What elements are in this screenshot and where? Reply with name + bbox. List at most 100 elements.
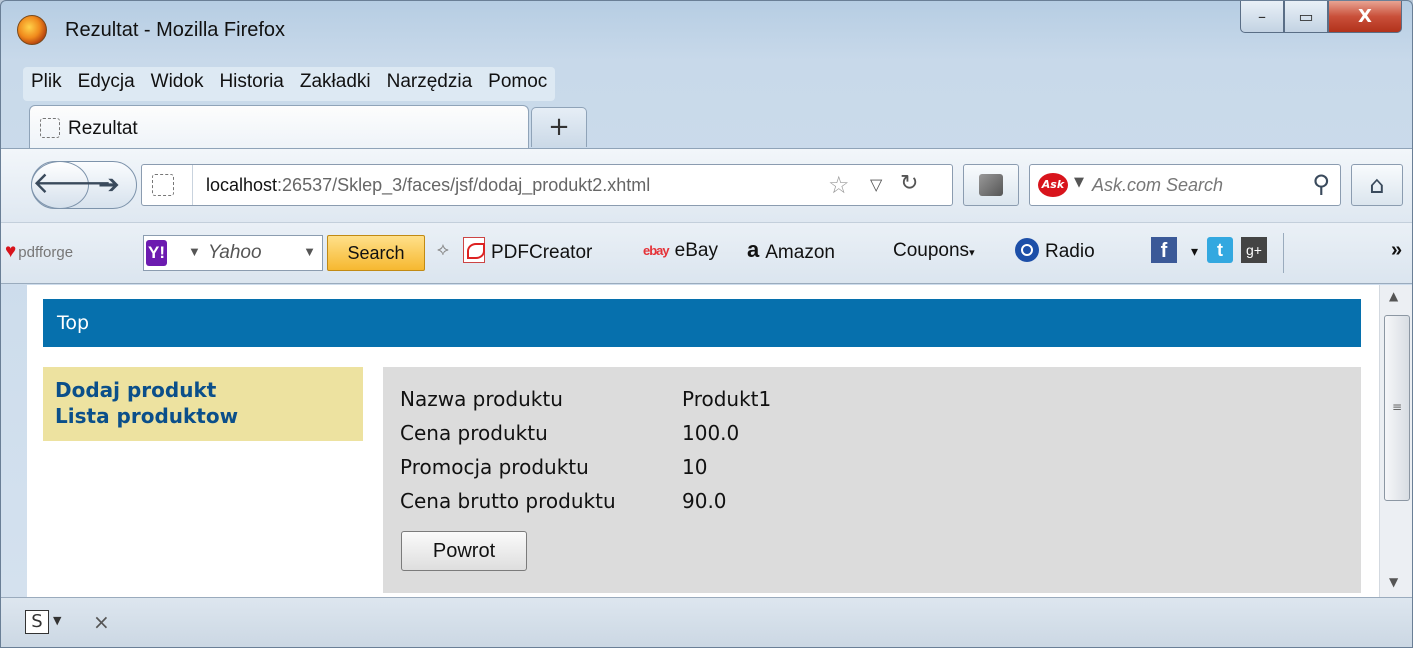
vertical-scrollbar[interactable]: ▲ ≡ ▼ [1379, 285, 1412, 597]
window-controls: – ▭ X [1240, 1, 1402, 33]
bookmark-coupons[interactable]: Coupons▾ [893, 240, 975, 262]
bookmark-star-icon[interactable]: ☆ [828, 171, 850, 199]
search-box[interactable]: Ask ▼ Ask.com Search ⚲ [1029, 164, 1341, 206]
table-row: Promocja produktu 10 [400, 450, 771, 484]
product-details-panel: Nazwa produktu Produkt1 Cena produktu 10… [383, 367, 1361, 593]
url-path: :26537/Sklep_3/faces/jsf/dodaj_produkt2.… [277, 175, 651, 195]
row-label: Cena brutto produktu [400, 489, 616, 513]
pdfforge-label: pdfforge [18, 244, 74, 261]
addon-toolbar-button[interactable] [963, 164, 1019, 206]
minimize-button[interactable]: – [1240, 1, 1284, 33]
search-magnifier-icon[interactable]: ⚲ [1312, 170, 1330, 198]
menu-plik[interactable]: Plik [31, 71, 62, 101]
row-label: Cena produktu [400, 421, 548, 445]
title-bar: Rezultat - Mozilla Firefox – ▭ X [1, 1, 1412, 59]
pdfforge-logo[interactable]: ♥ pdfforge [5, 241, 73, 263]
product-details-table: Nazwa produktu Produkt1 Cena produktu 10… [400, 382, 771, 518]
page-viewport: Top Dodaj produkt Lista produktow Nazwa … [27, 285, 1379, 597]
radio-icon [1015, 238, 1039, 262]
powrot-button[interactable]: Powrot [401, 531, 527, 571]
back-forward-group: 🡐 ➔ [31, 161, 137, 209]
row-label: Promocja produktu [400, 455, 589, 479]
bookmark-label: PDFCreator [491, 242, 593, 264]
bookmark-label: eBay [674, 240, 718, 261]
menu-pomoc[interactable]: Pomoc [488, 71, 547, 101]
facebook-icon: f [1151, 237, 1177, 263]
back-arrow-icon[interactable]: 🡐 [31, 161, 112, 209]
link-lista-produktow[interactable]: Lista produktow [55, 403, 351, 429]
pdf-icon [463, 237, 485, 263]
addon-bar-close-icon[interactable]: × [93, 610, 110, 634]
twitter-button[interactable]: t [1207, 237, 1239, 266]
yahoo-engine-dropdown-icon[interactable]: ▼ [188, 244, 201, 259]
ebay-icon: ebay [643, 243, 670, 259]
twitter-icon: t [1207, 237, 1233, 263]
addon-icon [979, 174, 1003, 196]
search-engine-dropdown-icon[interactable]: ▼ [1074, 175, 1084, 190]
toolbar-divider [1283, 233, 1284, 273]
maximize-button[interactable]: ▭ [1284, 1, 1328, 33]
bookmark-label: Radio [1045, 241, 1095, 263]
bookmark-amazon[interactable]: a Amazon [747, 237, 835, 266]
yahoo-search-input[interactable]: Yahoo [208, 242, 262, 264]
google-plus-button[interactable]: g+ [1241, 237, 1273, 266]
search-input[interactable]: Ask.com Search [1092, 175, 1223, 196]
menu-edycja[interactable]: Edycja [78, 71, 135, 101]
addon-bar: S ▼ × [1, 597, 1412, 647]
table-row: Cena brutto produktu 90.0 [400, 484, 771, 518]
forward-arrow-icon[interactable]: ➔ [98, 170, 120, 200]
yahoo-search-field[interactable]: Y! ▼ Yahoo ▼ [143, 235, 323, 271]
navigation-toolbar: 🡐 ➔ localhost:26537/Sklep_3/faces/jsf/do… [1, 148, 1412, 222]
amazon-icon: a [747, 237, 760, 262]
google-plus-icon: g+ [1241, 237, 1267, 263]
new-tab-button[interactable]: + [531, 107, 587, 147]
bookmark-label: Amazon [765, 242, 835, 264]
bookmark-ebay[interactable]: ebay eBay [643, 240, 718, 262]
ask-logo-icon[interactable]: Ask [1038, 173, 1068, 197]
url-host: localhost [206, 175, 278, 195]
yahoo-history-dropdown-icon[interactable]: ▼ [303, 244, 316, 259]
bookmark-radio[interactable]: Radio [1015, 238, 1095, 264]
yahoo-logo-icon: Y! [146, 240, 167, 266]
row-value: 100.0 [682, 421, 740, 445]
toolbar-grip-icon[interactable]: ⟡ [437, 239, 449, 260]
reload-icon[interactable]: ↻ [900, 171, 918, 196]
facebook-dropdown-icon[interactable]: ▾ [1191, 243, 1198, 260]
page-placeholder-icon [40, 118, 60, 138]
yahoo-search-button[interactable]: Search [327, 235, 425, 271]
home-icon[interactable]: ⌂ [1351, 164, 1403, 206]
menu-historia[interactable]: Historia [219, 71, 283, 101]
row-value: Produkt1 [682, 387, 772, 411]
url-bar[interactable]: localhost:26537/Sklep_3/faces/jsf/dodaj_… [141, 164, 953, 206]
scroll-grip-icon: ≡ [1392, 400, 1403, 414]
scroll-thumb[interactable]: ≡ [1384, 315, 1410, 501]
menu-narzedzia[interactable]: Narzędzia [387, 71, 473, 101]
left-menu: Dodaj produkt Lista produktow [43, 367, 363, 441]
browser-window: Rezultat - Mozilla Firefox – ▭ X Plik Ed… [0, 0, 1413, 648]
url-text[interactable]: localhost:26537/Sklep_3/faces/jsf/dodaj_… [206, 175, 650, 196]
window-title: Rezultat - Mozilla Firefox [65, 19, 286, 41]
menu-widok[interactable]: Widok [151, 71, 204, 101]
addon-s-dropdown-icon[interactable]: ▼ [53, 614, 61, 627]
tab-rezultat[interactable]: Rezultat [29, 105, 529, 149]
bookmark-pdfcreator[interactable]: PDFCreator [463, 237, 593, 266]
top-banner: Top [43, 299, 1361, 347]
site-identity-icon[interactable] [152, 174, 174, 196]
link-dodaj-produkt[interactable]: Dodaj produkt [55, 377, 351, 403]
more-bookmarks-chevron-icon[interactable]: » [1391, 239, 1402, 262]
bookmarks-toolbar: ♥ pdfforge Y! ▼ Yahoo ▼ Search ⟡ PDFCreat… [1, 222, 1412, 284]
history-dropdown-icon[interactable]: ▽ [870, 175, 882, 194]
row-value: 90.0 [682, 489, 727, 513]
close-button[interactable]: X [1328, 1, 1402, 33]
tab-label: Rezultat [68, 118, 138, 139]
scroll-down-arrow-icon[interactable]: ▼ [1389, 575, 1398, 589]
bookmark-label: Coupons [893, 240, 970, 261]
menu-zakladki[interactable]: Zakładki [300, 71, 371, 101]
coupons-dropdown-icon: ▾ [969, 247, 975, 259]
url-separator [192, 165, 193, 205]
facebook-button[interactable]: f [1151, 237, 1183, 266]
addon-s-icon[interactable]: S [25, 610, 49, 634]
firefox-logo-icon[interactable] [17, 15, 47, 45]
menu-bar: Plik Edycja Widok Historia Zakładki Narz… [23, 67, 556, 101]
scroll-up-arrow-icon[interactable]: ▲ [1389, 289, 1398, 303]
